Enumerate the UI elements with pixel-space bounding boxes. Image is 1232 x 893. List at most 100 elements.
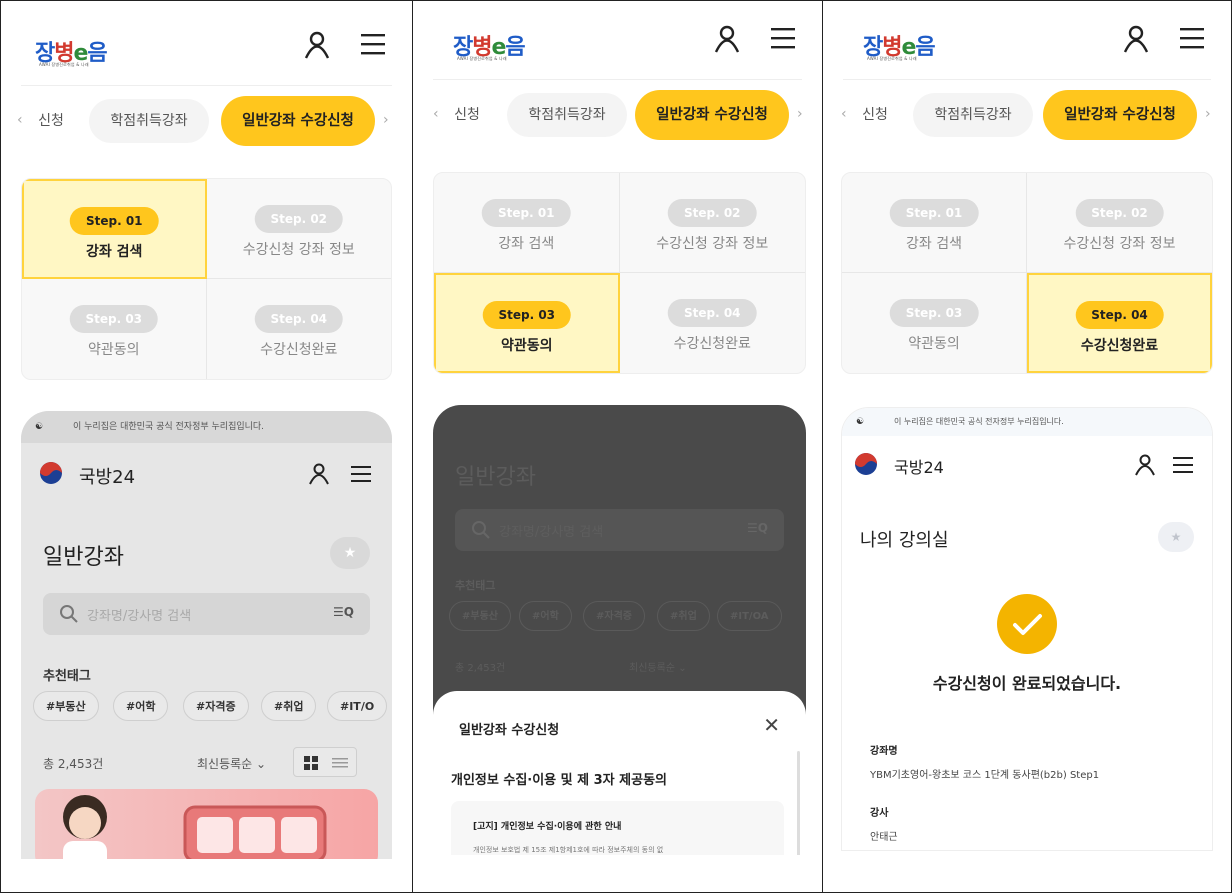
- chevron-left-icon[interactable]: ‹: [17, 112, 27, 128]
- tab-credit-course[interactable]: 학점취득강좌: [507, 93, 627, 137]
- search-input[interactable]: 강좌명/강사명 검색 ☰Q: [455, 509, 784, 551]
- gov-emblem-icon[interactable]: [39, 461, 71, 485]
- chevron-left-icon[interactable]: ‹: [841, 106, 851, 122]
- phone-screen-complete: ☯ 이 누리집은 대한민국 공식 전자정부 누리집입니다. 국방24 나의 강의실…: [841, 407, 1213, 851]
- step-label: 수강신청 강좌 정보: [1063, 236, 1176, 252]
- tab-apply[interactable]: 신청: [29, 99, 73, 143]
- close-icon[interactable]: ✕: [763, 713, 780, 737]
- page-title: 일반강좌: [43, 545, 124, 570]
- course-banner-image[interactable]: [35, 789, 378, 859]
- tab-bar: ‹ 신청 학점취득강좌 일반강좌 수강신청 ›: [15, 96, 398, 146]
- course-name-value: YBM기초영어-왕초보 코스 1단계 동사편(b2b) Step1: [870, 770, 1100, 781]
- star-icon[interactable]: ★: [330, 537, 370, 569]
- tab-general-course-apply[interactable]: 일반강좌 수강신청: [1043, 90, 1197, 140]
- chevron-right-icon[interactable]: ›: [1205, 106, 1215, 122]
- step-03[interactable]: Step. 03 약관동의: [842, 273, 1027, 373]
- filter-search-icon[interactable]: ☰Q: [333, 605, 354, 619]
- step-label: 약관동의: [500, 338, 553, 354]
- gov-notice-bar: ☯ 이 누리집은 대한민국 공식 전자정부 누리집입니다.: [842, 408, 1212, 436]
- menu-icon[interactable]: [1179, 25, 1205, 51]
- tag-chip[interactable]: #취업: [657, 601, 710, 631]
- app-header: 장병e음 AWAI 장병진로취업 & 나래: [433, 13, 802, 80]
- tag-chip[interactable]: #IT/O: [327, 691, 388, 721]
- checkmark-icon: [997, 594, 1057, 654]
- step-badge: Step. 03: [482, 301, 572, 329]
- step-02[interactable]: Step. 02 수강신청 강좌 정보: [1027, 173, 1212, 273]
- gov-emblem-icon[interactable]: [854, 452, 886, 476]
- step-04[interactable]: Step. 04 수강신청완료: [1027, 273, 1212, 373]
- tab-general-course-apply[interactable]: 일반강좌 수강신청: [221, 96, 375, 146]
- page-title: 일반강좌: [455, 465, 536, 490]
- privacy-notice-box: [고지] 개인정보 수집·이용에 관한 안내 개인정보 보호법 제 15조 제1…: [451, 801, 784, 855]
- step-label: 수강신청완료: [673, 336, 751, 352]
- menu-icon[interactable]: [350, 463, 372, 485]
- course-name-label: 강좌명: [870, 746, 898, 757]
- search-input[interactable]: 강좌명/강사명 검색 ☰Q: [43, 593, 370, 635]
- tag-chip[interactable]: #어학: [519, 601, 572, 631]
- tag-chip[interactable]: #IT/OA: [717, 601, 782, 631]
- user-icon[interactable]: [1123, 25, 1149, 53]
- tab-credit-course[interactable]: 학점취득강좌: [913, 93, 1033, 137]
- promo-illustration: [63, 795, 327, 859]
- sheet-scrollbar[interactable]: [797, 751, 800, 855]
- grid-view-icon[interactable]: [304, 756, 318, 770]
- tab-apply[interactable]: 신청: [853, 93, 897, 137]
- step-badge: Step. 03: [69, 305, 159, 333]
- step-01[interactable]: Step. 01 강좌 검색: [22, 179, 207, 279]
- steps-grid: Step. 01 강좌 검색 Step. 02 수강신청 강좌 정보 Step. 0…: [433, 172, 806, 374]
- user-icon[interactable]: [714, 25, 740, 53]
- step-03[interactable]: Step. 03 약관동의: [22, 279, 207, 379]
- step-badge: Step. 02: [1075, 199, 1164, 227]
- tab-credit-course[interactable]: 학점취득강좌: [89, 99, 209, 143]
- sort-select[interactable]: 최신등록순 ⌄: [629, 659, 687, 674]
- tag-chip[interactable]: #부동산: [449, 601, 511, 631]
- tab-general-course-apply[interactable]: 일반강좌 수강신청: [635, 90, 789, 140]
- step-03[interactable]: Step. 03 약관동의: [434, 273, 620, 373]
- user-icon[interactable]: [308, 463, 330, 485]
- step-02[interactable]: Step. 02 수강신청 강좌 정보: [206, 179, 391, 279]
- step-label: 수강신청완료: [1080, 338, 1159, 354]
- tag-chip[interactable]: #취업: [261, 691, 317, 721]
- tag-chip[interactable]: #부동산: [33, 691, 99, 721]
- korea-flag-icon: ☯: [35, 422, 44, 432]
- tag-chip[interactable]: #자격증: [583, 601, 645, 631]
- user-icon[interactable]: [1134, 454, 1156, 476]
- gov-brand-name[interactable]: 국방24: [79, 463, 135, 489]
- step-01[interactable]: Step. 01 강좌 검색: [434, 173, 620, 273]
- gov-notice-text: 이 누리집은 대한민국 공식 전자정부 누리집입니다.: [73, 422, 265, 432]
- gov-site-header: 국방24: [842, 434, 1212, 496]
- step-badge: Step. 02: [667, 199, 757, 227]
- tab-apply[interactable]: 신청: [445, 93, 489, 137]
- menu-icon[interactable]: [360, 31, 386, 57]
- menu-icon[interactable]: [1172, 454, 1194, 476]
- search-placeholder: 강좌명/강사명 검색: [499, 525, 604, 540]
- step-02[interactable]: Step. 02 수강신청 강좌 정보: [619, 173, 805, 273]
- gov-brand-name[interactable]: 국방24: [894, 454, 944, 478]
- tab-bar: ‹ 신청 학점취득강좌 일반강좌 수강신청 ›: [427, 90, 808, 140]
- tag-chip[interactable]: #어학: [113, 691, 169, 721]
- step-badge: Step. 04: [254, 305, 344, 333]
- sheet-subtitle: 개인정보 수집·이용 및 제 3자 제공동의: [451, 773, 668, 788]
- gov-notice-text: 이 누리집은 대한민국 공식 전자정부 누리집입니다.: [894, 417, 1064, 426]
- list-view-icon[interactable]: [332, 756, 348, 770]
- sort-select[interactable]: 최신등록순 ⌄: [197, 755, 266, 772]
- app-header: 장병e음 AWAI 장병진로취업 & 나래: [843, 13, 1211, 80]
- sheet-title: 일반강좌 수강신청: [459, 723, 560, 738]
- gov-notice-bar: ☯ 이 누리집은 대한민국 공식 전자정부 누리집입니다.: [21, 411, 392, 443]
- star-icon[interactable]: ★: [1158, 522, 1194, 552]
- step-label: 약관동의: [908, 336, 960, 352]
- menu-icon[interactable]: [770, 25, 796, 51]
- chevron-right-icon[interactable]: ›: [797, 106, 807, 122]
- notice-text: 개인정보 보호법 제 15조 제1항제1호에 따라 정보주체의 동의 없: [473, 846, 664, 854]
- view-toggle[interactable]: [293, 747, 357, 777]
- user-icon[interactable]: [304, 31, 330, 59]
- steps-grid: Step. 01 강좌 검색 Step. 02 수강신청 강좌 정보 Step. 0…: [21, 178, 392, 380]
- step-04[interactable]: Step. 04 수강신청완료: [207, 279, 392, 379]
- step-04[interactable]: Step. 04 수강신청완료: [620, 273, 806, 373]
- step-01[interactable]: Step. 01 강좌 검색: [842, 173, 1027, 273]
- chevron-left-icon[interactable]: ‹: [433, 106, 443, 122]
- chevron-down-icon: ⌄: [256, 757, 267, 771]
- filter-search-icon[interactable]: ☰Q: [747, 521, 768, 535]
- tag-chip[interactable]: #자격증: [183, 691, 249, 721]
- chevron-right-icon[interactable]: ›: [383, 112, 393, 128]
